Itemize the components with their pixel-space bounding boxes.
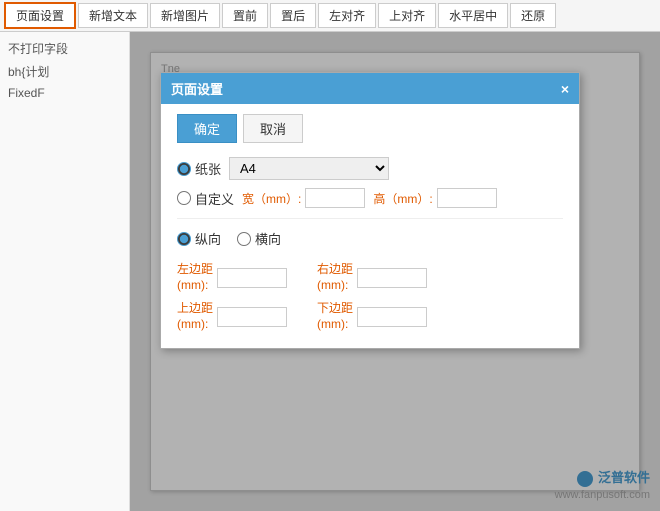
page-setup-modal: 页面设置 × 确定 取消 纸张: [160, 72, 580, 349]
left-margin-row: 左边距(mm):: [177, 262, 287, 293]
toolbar-btn-add-image[interactable]: 新增图片: [150, 3, 220, 28]
right-margin-label: 右边距(mm):: [317, 262, 353, 293]
orientation-row: 纵向 横向: [177, 229, 563, 248]
margin-col-left: 左边距(mm): 上边距(mm):: [177, 262, 287, 332]
left-panel-item-1: 不打印字段: [8, 40, 121, 57]
left-panel: 不打印字段 bh{计划 FixedF: [0, 32, 130, 511]
divider: [177, 218, 563, 219]
toolbar: 页面设置 新增文本 新增图片 置前 置后 左对齐 上对齐 水平居中 还原: [0, 0, 660, 32]
custom-radio-label[interactable]: 自定义: [177, 189, 234, 208]
modal-close-button[interactable]: ×: [561, 82, 569, 96]
custom-label-text: 自定义: [195, 189, 234, 208]
modal-overlay: 页面设置 × 确定 取消 纸张: [130, 32, 660, 511]
left-panel-item-2: bh{计划: [8, 63, 121, 80]
margin-col-right: 右边距(mm): 下边距(mm):: [317, 262, 427, 332]
modal-body: 确定 取消 纸张 A4 A3 B5 Letter: [161, 104, 579, 348]
modal-actions: 确定 取消: [177, 114, 563, 143]
toolbar-btn-bring-front[interactable]: 置前: [222, 3, 268, 28]
toolbar-btn-page-setup[interactable]: 页面设置: [4, 2, 76, 29]
confirm-button[interactable]: 确定: [177, 114, 237, 143]
landscape-radio[interactable]: [237, 232, 251, 246]
bottom-margin-input[interactable]: [357, 307, 427, 327]
right-margin-input[interactable]: [357, 268, 427, 288]
cancel-button[interactable]: 取消: [243, 114, 303, 143]
landscape-label-text: 横向: [255, 229, 281, 248]
toolbar-btn-send-back[interactable]: 置后: [270, 3, 316, 28]
canvas-area: Tne 页面设置 × 确定 取消: [130, 32, 660, 511]
toolbar-btn-align-top[interactable]: 上对齐: [378, 3, 436, 28]
modal-title: 页面设置: [171, 79, 223, 98]
toolbar-btn-restore[interactable]: 还原: [510, 3, 556, 28]
top-margin-row: 上边距(mm):: [177, 301, 287, 332]
paper-label-text: 纸张: [195, 159, 221, 178]
toolbar-btn-align-left[interactable]: 左对齐: [318, 3, 376, 28]
top-margin-label: 上边距(mm):: [177, 301, 213, 332]
right-margin-row: 右边距(mm):: [317, 262, 427, 293]
width-input[interactable]: [305, 188, 365, 208]
custom-radio[interactable]: [177, 191, 191, 205]
height-label: 高（mm）:: [373, 190, 432, 207]
portrait-radio[interactable]: [177, 232, 191, 246]
main-area: 不打印字段 bh{计划 FixedF Tne 页面设置 × 确定 取消: [0, 32, 660, 511]
margin-section: 左边距(mm): 上边距(mm): 右边距(mm):: [177, 262, 563, 332]
bottom-margin-row: 下边距(mm):: [317, 301, 427, 332]
portrait-label-text: 纵向: [195, 229, 221, 248]
toolbar-btn-center-h[interactable]: 水平居中: [438, 3, 508, 28]
paper-select[interactable]: A4 A3 B5 Letter: [229, 157, 389, 180]
toolbar-btn-add-text[interactable]: 新增文本: [78, 3, 148, 28]
custom-size-row: 自定义 宽（mm）: 高（mm）:: [177, 188, 563, 208]
left-margin-input[interactable]: [217, 268, 287, 288]
bottom-margin-label: 下边距(mm):: [317, 301, 353, 332]
paper-radio-label[interactable]: 纸张: [177, 159, 221, 178]
left-panel-item-3: FixedF: [8, 86, 121, 100]
left-margin-label: 左边距(mm):: [177, 262, 213, 293]
top-margin-input[interactable]: [217, 307, 287, 327]
landscape-radio-label[interactable]: 横向: [237, 229, 281, 248]
modal-header: 页面设置 ×: [161, 73, 579, 104]
width-label: 宽（mm）:: [242, 190, 301, 207]
paper-radio[interactable]: [177, 162, 191, 176]
portrait-radio-label[interactable]: 纵向: [177, 229, 221, 248]
height-input[interactable]: [437, 188, 497, 208]
paper-row: 纸张 A4 A3 B5 Letter: [177, 157, 563, 180]
